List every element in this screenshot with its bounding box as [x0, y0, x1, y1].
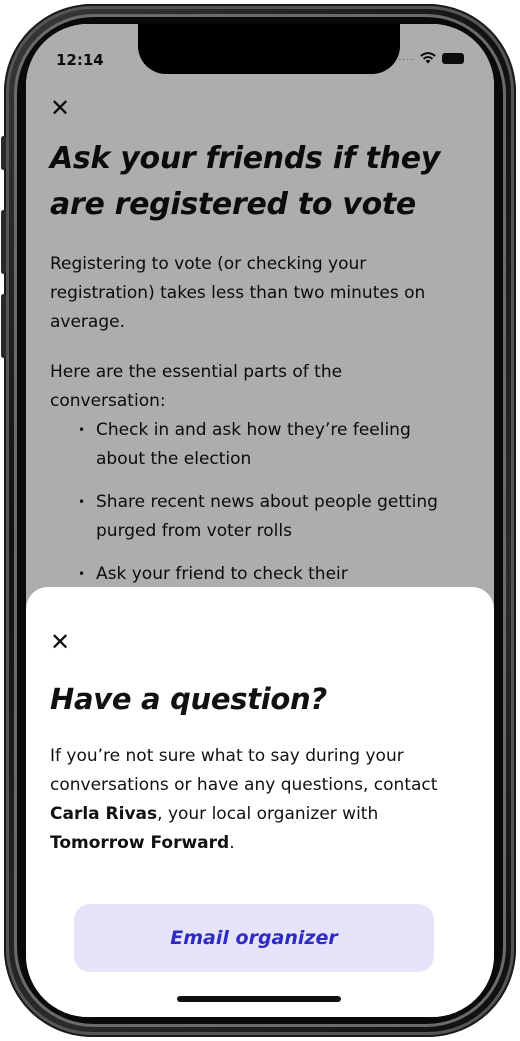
email-organizer-button[interactable]: Email organizer — [74, 904, 434, 972]
sheet-body-text: . — [229, 833, 235, 853]
sheet-body-text: If you’re not sure what to say during yo… — [50, 746, 438, 795]
sheet-title: Have a question? — [50, 682, 327, 716]
volume-up-button — [1, 210, 6, 274]
side-button — [1, 136, 6, 170]
sheet-body: If you’re not sure what to say during yo… — [50, 742, 460, 858]
organizer-name: Carla Rivas — [50, 804, 158, 824]
home-indicator[interactable] — [177, 996, 341, 1002]
question-sheet: ✕ Have a question? If you’re not sure wh… — [26, 587, 494, 1017]
screen: 12:14 .... ✕ Ask your friends if they ar… — [26, 24, 494, 1017]
organization-name: Tomorrow Forward — [50, 833, 230, 853]
sheet-body-text: , your local organizer with — [157, 804, 379, 824]
close-icon[interactable]: ✕ — [50, 630, 74, 654]
volume-down-button — [1, 294, 6, 358]
